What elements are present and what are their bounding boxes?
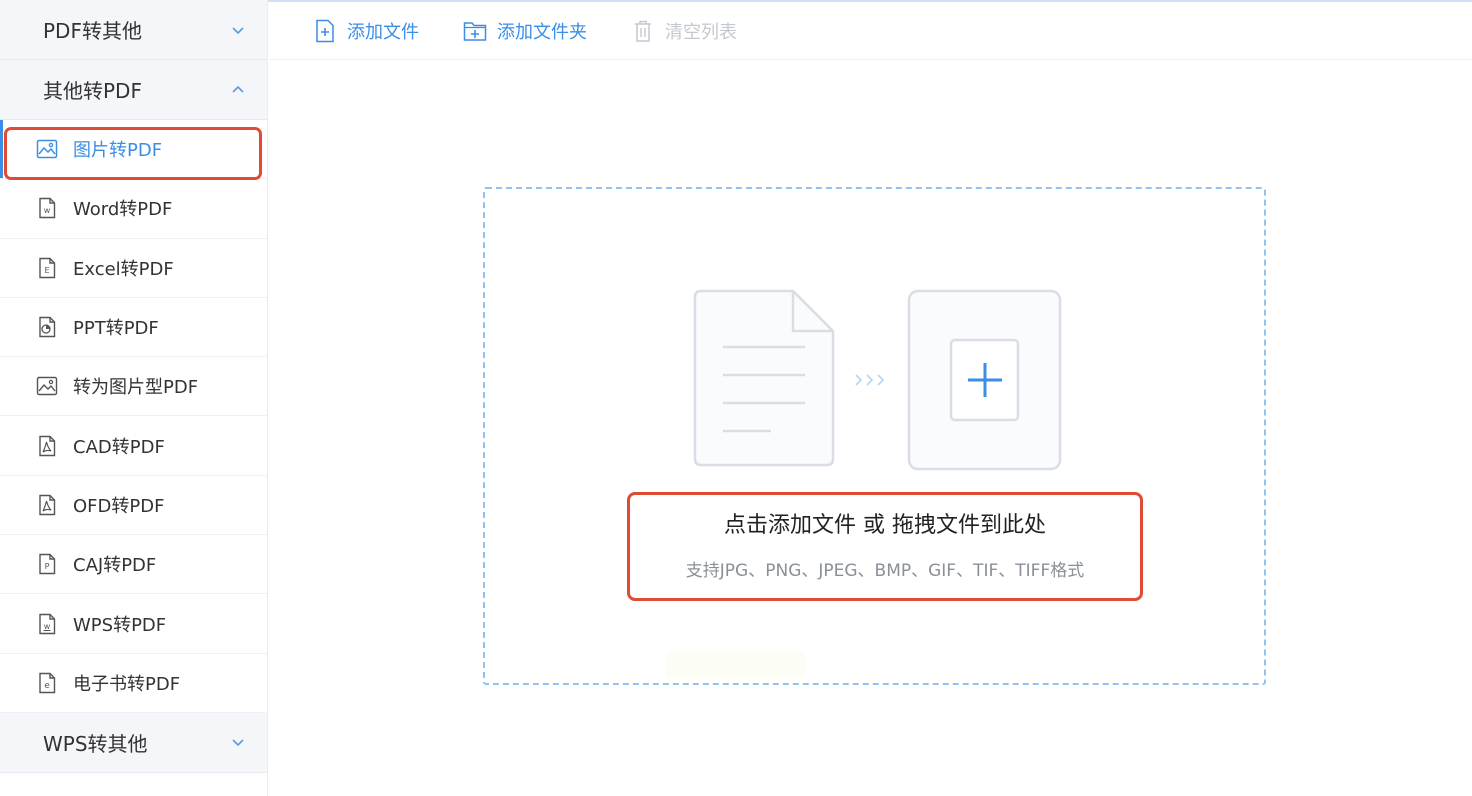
sidebar-group-other-to-pdf[interactable]: 其他转PDF xyxy=(0,60,267,120)
sidebar-item-image-to-pdf[interactable]: 图片转PDF xyxy=(0,120,267,180)
sidebar-item-label: OFD转PDF xyxy=(73,495,165,517)
wps-file-icon: w xyxy=(39,613,56,634)
file-drop-zone[interactable]: 点击添加文件 或 拖拽文件到此处 支持JPG、PNG、JPEG、BMP、GIF、… xyxy=(483,187,1266,685)
add-file-label: 添加文件 xyxy=(347,21,419,43)
svg-text:E: E xyxy=(44,266,49,275)
image-icon xyxy=(36,139,58,159)
svg-text:e: e xyxy=(44,681,50,691)
sidebar-item-ebook-to-pdf[interactable]: e 电子书转PDF xyxy=(0,654,267,713)
caj-file-icon: P xyxy=(39,554,56,575)
chevron-down-icon xyxy=(232,739,244,747)
chevron-down-icon xyxy=(232,26,244,34)
ebook-file-icon: e xyxy=(39,672,56,694)
sidebar-item-ofd-to-pdf[interactable]: OFD转PDF xyxy=(0,476,267,536)
clear-list-button[interactable]: 清空列表 xyxy=(631,18,737,44)
trash-icon xyxy=(635,20,651,42)
upload-illustration xyxy=(693,289,1062,471)
svg-text:w: w xyxy=(44,622,51,631)
sidebar-item-label: Word转PDF xyxy=(73,199,173,221)
word-file-icon: w xyxy=(39,198,56,219)
excel-file-icon: E xyxy=(39,257,56,278)
drop-zone-main-hint: 点击添加文件 或 拖拽文件到此处 xyxy=(724,513,1046,538)
faint-tooltip xyxy=(665,651,805,679)
chevron-up-icon xyxy=(232,85,244,93)
svg-text:P: P xyxy=(45,562,50,571)
sidebar-item-label: PPT转PDF xyxy=(73,318,159,340)
sidebar-group-label: PDF转其他 xyxy=(43,19,142,43)
sidebar-item-excel-to-pdf[interactable]: E Excel转PDF xyxy=(0,239,267,298)
sidebar: PDF转其他 其他转PDF 图片转PDF w Word转PDF E Excel转… xyxy=(0,0,268,796)
sidebar-group-pdf-to-other[interactable]: PDF转其他 xyxy=(0,0,267,60)
sidebar-item-label: CAJ转PDF xyxy=(73,555,157,577)
drop-zone-supported-formats: 支持JPG、PNG、JPEG、BMP、GIF、TIF、TIFF格式 xyxy=(685,561,1085,581)
sidebar-item-caj-to-pdf[interactable]: P CAJ转PDF xyxy=(0,535,267,595)
sidebar-item-label: WPS转PDF xyxy=(73,614,167,636)
sidebar-group-wps-to-other[interactable]: WPS转其他 xyxy=(0,712,267,773)
svg-text:w: w xyxy=(44,206,51,215)
sidebar-item-label: Excel转PDF xyxy=(73,258,174,280)
sidebar-group-label: WPS转其他 xyxy=(43,731,148,756)
toolbar: 添加文件 添加文件夹 清空列表 xyxy=(269,2,1472,60)
ppt-file-icon xyxy=(39,316,56,338)
sidebar-item-wps-to-pdf[interactable]: w WPS转PDF xyxy=(0,594,267,654)
sidebar-item-label: 图片转PDF xyxy=(73,140,163,162)
sidebar-item-label: 电子书转PDF xyxy=(73,673,181,695)
add-folder-label: 添加文件夹 xyxy=(497,21,587,43)
sidebar-item-word-to-pdf[interactable]: w Word转PDF xyxy=(0,179,267,239)
add-folder-button[interactable]: 添加文件夹 xyxy=(463,18,587,44)
pdf-file-icon xyxy=(39,494,56,516)
add-folder-icon xyxy=(463,21,487,41)
sidebar-group-label: 其他转PDF xyxy=(43,79,142,103)
sidebar-item-label: CAD转PDF xyxy=(73,436,165,458)
sidebar-item-ppt-to-pdf[interactable]: PPT转PDF xyxy=(0,298,267,358)
highlight-annotation: 点击添加文件 或 拖拽文件到此处 支持JPG、PNG、JPEG、BMP、GIF、… xyxy=(627,492,1143,601)
add-file-icon xyxy=(316,19,334,42)
sidebar-item-to-image-pdf[interactable]: 转为图片型PDF xyxy=(0,357,267,417)
pdf-file-icon xyxy=(39,435,56,456)
image-icon xyxy=(36,377,58,396)
sidebar-item-cad-to-pdf[interactable]: CAD转PDF xyxy=(0,416,267,476)
add-file-button[interactable]: 添加文件 xyxy=(313,18,419,44)
clear-list-label: 清空列表 xyxy=(665,21,737,43)
sidebar-item-label: 转为图片型PDF xyxy=(73,377,199,399)
